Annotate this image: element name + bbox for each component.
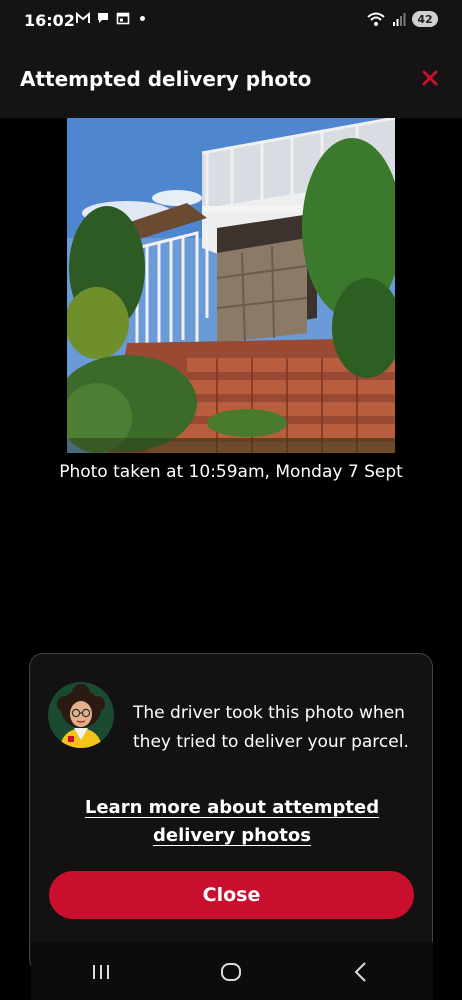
more-notifications-dot [140,15,145,21]
home-icon[interactable] [219,960,243,984]
info-sheet: The driver took this photo when they tri… [29,653,433,973]
learn-more-line-1[interactable]: Learn more about attempted [30,794,434,822]
page-title: Attempted delivery photo [20,67,312,91]
battery-indicator: 42 [412,11,438,27]
wifi-icon [367,12,385,26]
learn-more-link[interactable]: Learn more about attempted delivery phot… [30,794,434,850]
close-button[interactable]: Close [49,871,414,919]
recent-apps-icon[interactable] [89,960,113,984]
status-bar: 16:02 42 [0,0,462,44]
learn-more-line-2[interactable]: delivery photos [30,822,434,850]
close-icon[interactable] [420,68,440,88]
delivery-photo [67,118,395,453]
chat-icon [98,13,108,23]
calendar-icon [116,12,130,25]
app-header: Attempted delivery photo [0,44,462,118]
gmail-icon [76,11,90,23]
back-icon[interactable] [349,960,373,984]
status-time: 16:02 [24,11,75,30]
system-nav-bar [31,942,433,1000]
photo-caption: Photo taken at 10:59am, Monday 7 Sept [59,462,403,482]
signal-icon [393,13,406,26]
info-description: The driver took this photo when they tri… [133,703,409,752]
notification-icons [76,11,145,25]
system-icons: 42 [366,11,438,27]
driver-avatar [48,682,114,748]
